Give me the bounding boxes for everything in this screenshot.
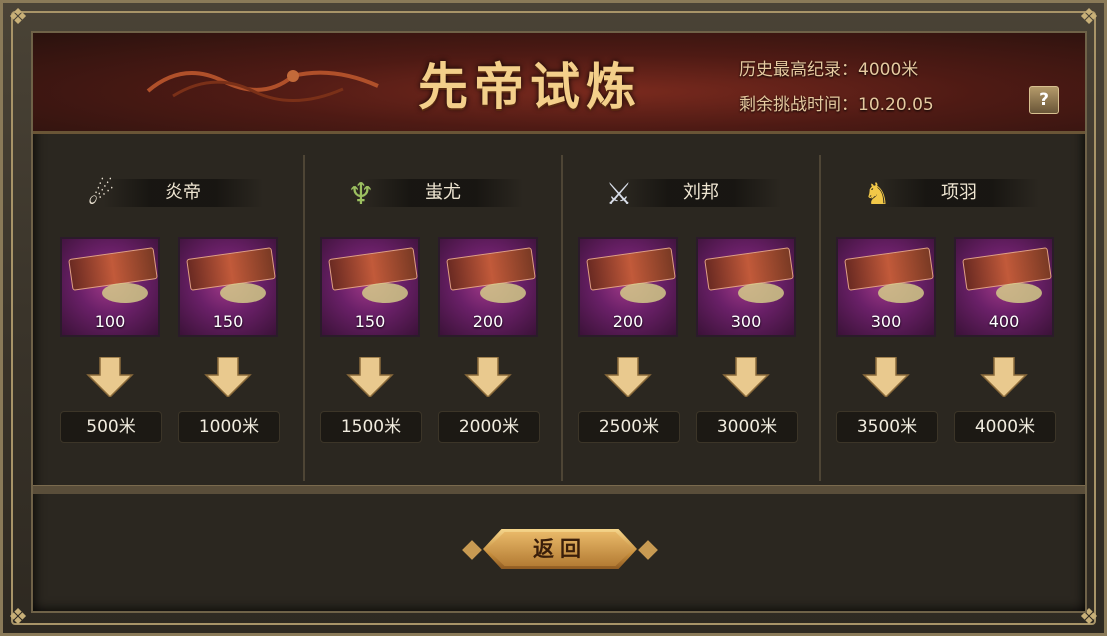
distance-milestone: 3000米 <box>696 411 798 443</box>
down-arrow-icon <box>464 357 512 397</box>
divider <box>303 155 305 481</box>
dragon-ornament-icon <box>146 70 379 102</box>
gem-icon <box>996 283 1042 303</box>
chiyou-icon: ♆ <box>347 177 375 212</box>
panel-header: 项羽 ♞ <box>823 175 1079 212</box>
emperor-panel: 项羽 ♞ 300 3500米 400 4000米 <box>823 155 1079 481</box>
fire-emperor-icon: ☄ <box>87 177 115 212</box>
gem-icon <box>878 283 924 303</box>
gem-icon <box>362 283 408 303</box>
reward-item[interactable]: 400 <box>954 237 1054 337</box>
down-arrow-icon <box>980 357 1028 397</box>
distance-milestone: 2500米 <box>578 411 680 443</box>
reward-count: 200 <box>472 312 504 331</box>
panel-header: 刘邦 ⚔ <box>565 175 821 212</box>
reward-count: 300 <box>730 312 762 331</box>
gem-icon <box>480 283 526 303</box>
corner-ornament-icon: ❖ <box>8 5 28 30</box>
reward-count: 300 <box>870 312 902 331</box>
reward-item[interactable]: 150 <box>320 237 420 337</box>
down-arrow-icon <box>862 357 910 397</box>
reward-count: 100 <box>94 312 126 331</box>
reward-count: 150 <box>212 312 244 331</box>
reward-item[interactable]: 200 <box>578 237 678 337</box>
distance-milestone: 2000米 <box>438 411 540 443</box>
gem-icon <box>738 283 784 303</box>
emperor-name: 刘邦 <box>621 179 781 207</box>
page-title: 先帝试炼 <box>418 57 642 116</box>
separator-bar <box>33 485 1085 494</box>
reward-count: 400 <box>988 312 1020 331</box>
distance-milestone: 1500米 <box>320 411 422 443</box>
return-button-label: 返回 <box>533 537 587 561</box>
reward-item[interactable]: 150 <box>178 237 278 337</box>
corner-ornament-icon: ❖ <box>8 605 28 630</box>
emperor-panel: 蚩尤 ♆ 150 1500米 200 2000米 <box>307 155 563 481</box>
panel-header: 蚩尤 ♆ <box>307 175 563 212</box>
distance-milestone: 1000米 <box>178 411 280 443</box>
remaining-time-text: 剩余挑战时间：10.20.05 <box>739 95 934 115</box>
gem-icon <box>102 283 148 303</box>
panel-header: 炎帝 ☄ <box>47 175 303 212</box>
xiangyu-icon: ♞ <box>863 177 891 212</box>
reward-count: 150 <box>354 312 386 331</box>
window-frame: ❖ ❖ ❖ ❖ 先帝试炼 历史最高纪录：4000米 剩余挑战时间：10.20.0… <box>0 0 1107 636</box>
gem-icon <box>220 283 266 303</box>
main-panel: 先帝试炼 历史最高纪录：4000米 剩余挑战时间：10.20.05 ? 炎帝 ☄ 1… <box>31 31 1087 613</box>
down-arrow-icon <box>604 357 652 397</box>
distance-milestone: 4000米 <box>954 411 1056 443</box>
distance-milestone: 3500米 <box>836 411 938 443</box>
liubang-icon: ⚔ <box>605 177 633 212</box>
best-record-text: 历史最高纪录：4000米 <box>739 60 919 80</box>
emperor-name: 炎帝 <box>103 179 263 207</box>
emperor-panels: 炎帝 ☄ 100 500米 150 1000米 蚩尤 ♆ 150 1500米 200 2000米 刘邦 ⚔… <box>33 155 1085 481</box>
emperor-name: 蚩尤 <box>363 179 523 207</box>
emperor-name: 项羽 <box>879 179 1039 207</box>
return-button[interactable]: 返回 <box>462 525 658 575</box>
reward-item[interactable]: 200 <box>438 237 538 337</box>
down-arrow-icon <box>722 357 770 397</box>
reward-item[interactable]: 300 <box>836 237 936 337</box>
reward-item[interactable]: 300 <box>696 237 796 337</box>
down-arrow-icon <box>204 357 252 397</box>
reward-item[interactable]: 100 <box>60 237 160 337</box>
emperor-panel: 炎帝 ☄ 100 500米 150 1000米 <box>47 155 303 481</box>
distance-milestone: 500米 <box>60 411 162 443</box>
down-arrow-icon <box>346 357 394 397</box>
reward-count: 200 <box>612 312 644 331</box>
emperor-panel: 刘邦 ⚔ 200 2500米 300 3000米 <box>565 155 821 481</box>
help-button[interactable]: ? <box>1029 86 1059 114</box>
gem-icon <box>620 283 666 303</box>
corner-ornament-icon: ❖ <box>1079 5 1099 30</box>
down-arrow-icon <box>86 357 134 397</box>
title-banner: 先帝试炼 历史最高纪录：4000米 剩余挑战时间：10.20.05 ? <box>33 33 1085 134</box>
